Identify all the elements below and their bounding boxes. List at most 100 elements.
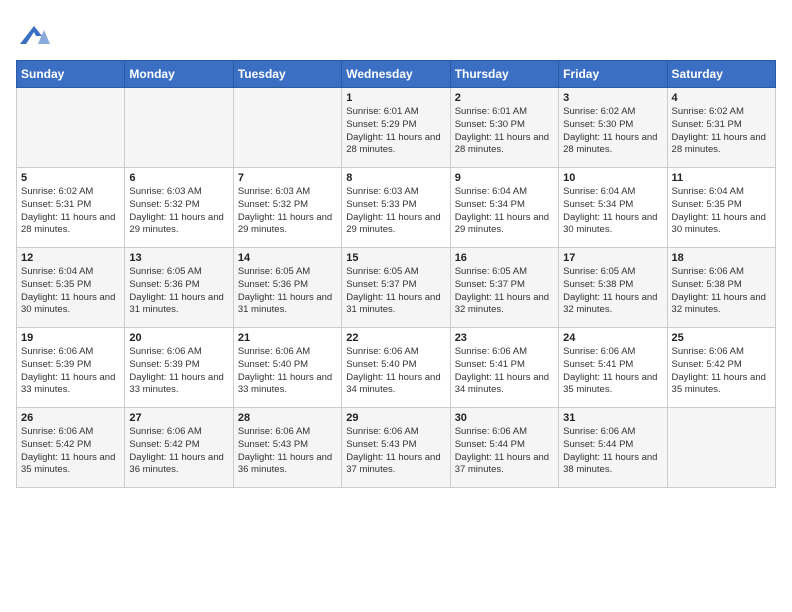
day-info: Sunrise: 6:06 AMSunset: 5:38 PMDaylight:… [672,266,771,317]
day-number: 3 [563,92,662,104]
calendar-cell [233,88,341,168]
day-info: Sunrise: 6:02 AMSunset: 5:31 PMDaylight:… [672,106,771,157]
calendar-cell: 30 Sunrise: 6:06 AMSunset: 5:44 PMDayligh… [450,408,558,488]
day-number: 25 [672,332,771,344]
week-row-4: 19 Sunrise: 6:06 AMSunset: 5:39 PMDayligh… [17,328,776,408]
day-number: 26 [21,412,120,424]
column-header-friday: Friday [559,61,667,88]
day-number: 16 [455,252,554,264]
day-info: Sunrise: 6:06 AMSunset: 5:42 PMDaylight:… [672,346,771,397]
column-header-monday: Monday [125,61,233,88]
day-info: Sunrise: 6:05 AMSunset: 5:38 PMDaylight:… [563,266,662,317]
calendar-cell: 22 Sunrise: 6:06 AMSunset: 5:40 PMDayligh… [342,328,450,408]
day-number: 7 [238,172,337,184]
day-info: Sunrise: 6:06 AMSunset: 5:41 PMDaylight:… [455,346,554,397]
calendar-cell: 13Sunrise: 6:05 AMSunset: 5:36 PMDayligh… [125,248,233,328]
day-info: Sunrise: 6:06 AMSunset: 5:40 PMDaylight:… [238,346,337,397]
calendar-cell: 19 Sunrise: 6:06 AMSunset: 5:39 PMDayligh… [17,328,125,408]
logo [16,16,56,52]
column-header-tuesday: Tuesday [233,61,341,88]
day-number: 28 [238,412,337,424]
calendar-cell: 21 Sunrise: 6:06 AMSunset: 5:40 PMDayligh… [233,328,341,408]
calendar-cell: 9 Sunrise: 6:04 AMSunset: 5:34 PMDaylight… [450,168,558,248]
day-number: 5 [21,172,120,184]
calendar-cell: 26Sunrise: 6:06 AMSunset: 5:42 PMDayligh… [17,408,125,488]
calendar-cell: 18 Sunrise: 6:06 AMSunset: 5:38 PMDayligh… [667,248,775,328]
page-header [16,16,776,52]
week-row-1: 1Sunrise: 6:01 AMSunset: 5:29 PMDaylight… [17,88,776,168]
calendar-cell: 11 Sunrise: 6:04 AMSunset: 5:35 PMDayligh… [667,168,775,248]
calendar-cell: 3 Sunrise: 6:02 AMSunset: 5:30 PMDaylight… [559,88,667,168]
day-info: Sunrise: 6:06 AMSunset: 5:39 PMDaylight:… [129,346,228,397]
day-number: 4 [672,92,771,104]
day-number: 18 [672,252,771,264]
calendar-cell: 31Sunrise: 6:06 AMSunset: 5:44 PMDayligh… [559,408,667,488]
column-header-sunday: Sunday [17,61,125,88]
day-info: Sunrise: 6:03 AMSunset: 5:33 PMDaylight:… [346,186,445,237]
day-info: Sunrise: 6:05 AMSunset: 5:37 PMDaylight:… [455,266,554,317]
header-row: SundayMondayTuesdayWednesdayThursdayFrid… [17,61,776,88]
day-number: 19 [21,332,120,344]
day-info: Sunrise: 6:02 AMSunset: 5:30 PMDaylight:… [563,106,662,157]
day-number: 21 [238,332,337,344]
day-info: Sunrise: 6:06 AMSunset: 5:44 PMDaylight:… [563,426,662,477]
day-number: 6 [129,172,228,184]
day-info: Sunrise: 6:06 AMSunset: 5:43 PMDaylight:… [238,426,337,477]
calendar-cell: 2 Sunrise: 6:01 AMSunset: 5:30 PMDaylight… [450,88,558,168]
day-number: 22 [346,332,445,344]
day-info: Sunrise: 6:06 AMSunset: 5:43 PMDaylight:… [346,426,445,477]
day-info: Sunrise: 6:06 AMSunset: 5:42 PMDaylight:… [129,426,228,477]
calendar-cell: 16 Sunrise: 6:05 AMSunset: 5:37 PMDayligh… [450,248,558,328]
day-number: 15 [346,252,445,264]
day-info: Sunrise: 6:04 AMSunset: 5:34 PMDaylight:… [455,186,554,237]
calendar-cell: 23 Sunrise: 6:06 AMSunset: 5:41 PMDayligh… [450,328,558,408]
calendar-cell [125,88,233,168]
calendar-cell: 8 Sunrise: 6:03 AMSunset: 5:33 PMDaylight… [342,168,450,248]
day-info: Sunrise: 6:02 AMSunset: 5:31 PMDaylight:… [21,186,120,237]
logo-icon [16,16,52,52]
day-info: Sunrise: 6:03 AMSunset: 5:32 PMDaylight:… [129,186,228,237]
day-number: 27 [129,412,228,424]
day-info: Sunrise: 6:04 AMSunset: 5:34 PMDaylight:… [563,186,662,237]
calendar-cell: 27 Sunrise: 6:06 AMSunset: 5:42 PMDayligh… [125,408,233,488]
calendar-cell [667,408,775,488]
day-info: Sunrise: 6:04 AMSunset: 5:35 PMDaylight:… [21,266,120,317]
day-number: 13 [129,252,228,264]
column-header-wednesday: Wednesday [342,61,450,88]
day-info: Sunrise: 6:05 AMSunset: 5:37 PMDaylight:… [346,266,445,317]
day-info: Sunrise: 6:01 AMSunset: 5:30 PMDaylight:… [455,106,554,157]
day-info: Sunrise: 6:01 AMSunset: 5:29 PMDaylight:… [346,106,445,157]
calendar-cell [17,88,125,168]
week-row-2: 5 Sunrise: 6:02 AMSunset: 5:31 PMDaylight… [17,168,776,248]
day-number: 30 [455,412,554,424]
calendar-cell: 24 Sunrise: 6:06 AMSunset: 5:41 PMDayligh… [559,328,667,408]
day-number: 17 [563,252,662,264]
day-number: 24 [563,332,662,344]
day-number: 2 [455,92,554,104]
calendar-cell: 29Sunrise: 6:06 AMSunset: 5:43 PMDayligh… [342,408,450,488]
calendar-cell: 15 Sunrise: 6:05 AMSunset: 5:37 PMDayligh… [342,248,450,328]
column-header-thursday: Thursday [450,61,558,88]
day-number: 10 [563,172,662,184]
day-number: 8 [346,172,445,184]
day-number: 9 [455,172,554,184]
calendar-cell: 20 Sunrise: 6:06 AMSunset: 5:39 PMDayligh… [125,328,233,408]
calendar-cell: 25 Sunrise: 6:06 AMSunset: 5:42 PMDayligh… [667,328,775,408]
calendar-cell: 14Sunrise: 6:05 AMSunset: 5:36 PMDayligh… [233,248,341,328]
calendar-cell: 10 Sunrise: 6:04 AMSunset: 5:34 PMDayligh… [559,168,667,248]
calendar-table: SundayMondayTuesdayWednesdayThursdayFrid… [16,60,776,488]
day-info: Sunrise: 6:03 AMSunset: 5:32 PMDaylight:… [238,186,337,237]
day-number: 11 [672,172,771,184]
day-info: Sunrise: 6:06 AMSunset: 5:39 PMDaylight:… [21,346,120,397]
calendar-cell: 6 Sunrise: 6:03 AMSunset: 5:32 PMDaylight… [125,168,233,248]
column-header-saturday: Saturday [667,61,775,88]
day-info: Sunrise: 6:06 AMSunset: 5:40 PMDaylight:… [346,346,445,397]
day-info: Sunrise: 6:04 AMSunset: 5:35 PMDaylight:… [672,186,771,237]
day-number: 14 [238,252,337,264]
day-number: 20 [129,332,228,344]
day-info: Sunrise: 6:06 AMSunset: 5:44 PMDaylight:… [455,426,554,477]
calendar-cell: 17 Sunrise: 6:05 AMSunset: 5:38 PMDayligh… [559,248,667,328]
calendar-cell: 28 Sunrise: 6:06 AMSunset: 5:43 PMDayligh… [233,408,341,488]
day-info: Sunrise: 6:06 AMSunset: 5:41 PMDaylight:… [563,346,662,397]
day-number: 23 [455,332,554,344]
